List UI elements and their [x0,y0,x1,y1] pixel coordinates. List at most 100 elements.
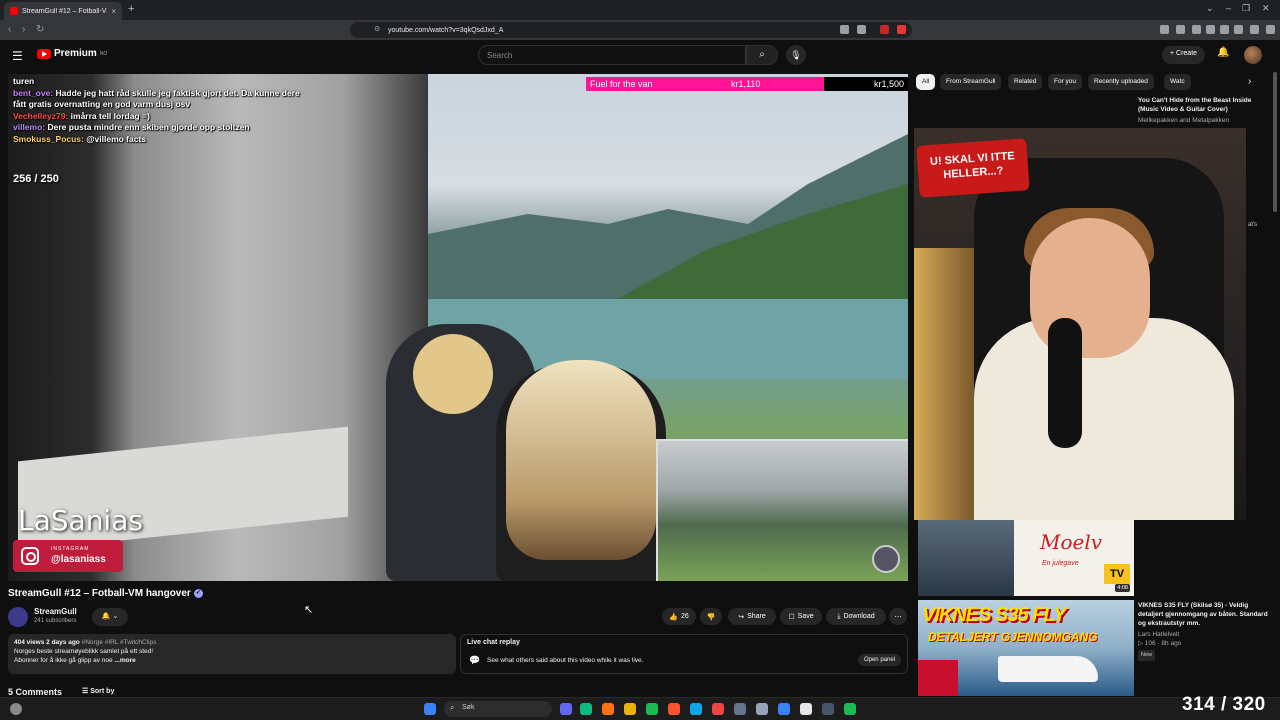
shield-icon[interactable] [880,25,889,34]
open-panel-button[interactable]: Open panel [857,654,901,666]
thumbs-up-icon: 👍 [669,613,678,621]
chip-all[interactable]: All [916,74,936,90]
spotify-icon[interactable] [844,703,856,715]
brave-icon[interactable] [668,703,680,715]
chip-related[interactable]: Related [1008,74,1043,90]
stream-chat-overlay: turen bent_ove: Hadde jeg hatt råd skull… [13,76,303,145]
app-icon[interactable] [756,703,768,715]
search-input[interactable]: Search [478,45,746,65]
chat-user: villemo: [13,122,46,132]
video-thumbnail[interactable]: Moelv En julegave TV 4:08 [918,520,1134,596]
download-label: Download [843,613,875,620]
sidebar-icon[interactable] [1206,25,1215,34]
puzzle-icon[interactable] [1234,25,1243,34]
subscription-bell-button[interactable]: 🔔 ⌄ [92,608,128,626]
tab-search-icon[interactable]: ⌄ [1206,3,1214,14]
hashtags: #Norge #IRL #TwitchClips [81,639,157,646]
share-label: Share [747,613,766,620]
share-button[interactable]: ↪ Share [728,608,776,625]
folder-icon[interactable] [624,703,636,715]
chrome-icon[interactable] [712,703,724,715]
chat-bubble-icon: 💬 [469,655,481,665]
tab-close-icon[interactable]: × [111,7,116,16]
duration-badge: 4:08 [1115,584,1130,592]
like-button[interactable]: 👍 26 [662,608,696,625]
description-box[interactable]: 404 views 2 days ago #Norge #IRL #Twitch… [8,634,456,674]
app-icon[interactable] [734,703,746,715]
chat-line: villemo: Dere pusta mindre enn skiben gj… [13,122,303,134]
video-player[interactable]: turen bent_ove: Hadde jeg hatt råd skull… [8,74,908,581]
notifications-bell-icon[interactable]: 🔔 [1217,47,1229,58]
extension-icon[interactable] [1160,25,1169,34]
chip-for-you[interactable]: For you [1048,74,1083,90]
more-link[interactable]: ...more [114,657,135,664]
goal-target: kr1,500 [873,79,904,89]
app-icon[interactable] [560,703,572,715]
download-button[interactable]: ⤓ Download [826,608,886,625]
tab-streamgull[interactable]: StreamGull #12 – Fotball-VM × [4,2,122,20]
mouse-cursor-icon: ↖ [304,604,314,616]
video-thumbnail[interactable]: VIKNES S35 FLY DETALJERT GJENNOMGANG [918,600,1134,696]
hamburger-menu-icon[interactable]: ☰ [12,49,23,63]
wallet-icon[interactable] [1220,25,1229,34]
dislike-button[interactable]: 👎 [700,608,722,625]
back-icon[interactable]: ‹ [8,24,11,35]
chat-icon[interactable] [1176,25,1185,34]
filter-chips: All From StreamGull Related For you Rece… [916,74,1256,90]
search-button[interactable]: ⌕ [746,45,778,65]
terminal-icon[interactable] [822,703,834,715]
taskbar-search[interactable]: ⌕ Søk [444,701,552,717]
page-scrollbar[interactable] [1273,72,1277,212]
minimize-icon[interactable]: – [1226,3,1231,13]
live-chat-title: Live chat replay [467,639,520,646]
app-icon[interactable] [800,703,812,715]
more-actions-button[interactable]: ⋯ [889,608,907,625]
spotify-icon[interactable] [646,703,658,715]
chips-next-icon[interactable]: › [1248,76,1251,87]
new-tab-button[interactable]: + [128,3,134,15]
voice-search-button[interactable]: 🎙 [786,45,806,65]
goal-label: Fuel for the van [590,79,653,89]
extension-alert-icon[interactable] [897,25,906,34]
site-info-icon[interactable]: ⚙ [374,25,380,33]
app-icon[interactable] [778,703,790,715]
music-icon[interactable] [1192,25,1201,34]
account-avatar[interactable] [1244,46,1262,64]
windows-start-icon[interactable] [424,703,436,715]
live-chat-replay-panel: Live chat replay 💬 See what others said … [460,634,908,674]
channel-avatar[interactable] [8,607,28,627]
app-icon[interactable] [580,703,592,715]
vpn-icon[interactable] [1250,25,1259,34]
translate-icon[interactable] [840,25,849,34]
chip-watched[interactable]: Watc [1164,74,1191,90]
weather-icon[interactable] [10,703,22,715]
chat-line: bent_ove: Hadde jeg hatt råd skulle jeg … [13,88,303,111]
chat-text: Dere pusta mindre enn skiben gjorde opp … [45,122,250,132]
reload-icon[interactable]: ↻ [36,24,44,35]
youtube-header: ☰ Premium NO Search ⌕ 🎙 + Create 🔔 [0,40,1280,72]
close-window-icon[interactable]: ✕ [1262,3,1270,14]
video-title: StreamGull #12 – Fotball-VM hangover ✓ [8,588,203,599]
vlc-icon[interactable] [602,703,614,715]
save-button[interactable]: ☐ Save [780,608,822,625]
cast-icon[interactable] [857,25,866,34]
chat-line: turen [13,76,303,88]
windows-taskbar: ⌕ Søk [0,697,1280,720]
bell-icon: 🔔 ⌄ [101,613,119,620]
sort-by-button[interactable]: ☰ Sort by [82,687,114,695]
channel-name[interactable]: StreamGull [34,607,77,616]
restore-icon[interactable]: ❐ [1242,3,1250,14]
goal-current: kr1,110 [731,79,761,89]
person-right-hair [506,360,656,560]
url-field[interactable]: ⚙ youtube.com/watch?v=3qkQsdJxd_A [350,22,912,38]
chip-from-streamgull[interactable]: From StreamGull [940,74,1002,90]
chip-recently-uploaded[interactable]: Recently uploaded [1088,74,1154,90]
recommended-video[interactable]: VIKNES S35 FLY (Skilsø 35) - Veldig deta… [1138,601,1268,661]
create-button[interactable]: + Create [1162,46,1206,64]
edge-icon[interactable] [690,703,702,715]
recommended-video[interactable]: You Can't Hide from the Beast Inside (Mu… [1138,96,1268,125]
menu-icon[interactable] [1266,25,1275,34]
person-left-head [413,334,493,414]
forward-icon[interactable]: › [22,24,25,35]
youtube-logo[interactable]: Premium NO [37,48,107,59]
